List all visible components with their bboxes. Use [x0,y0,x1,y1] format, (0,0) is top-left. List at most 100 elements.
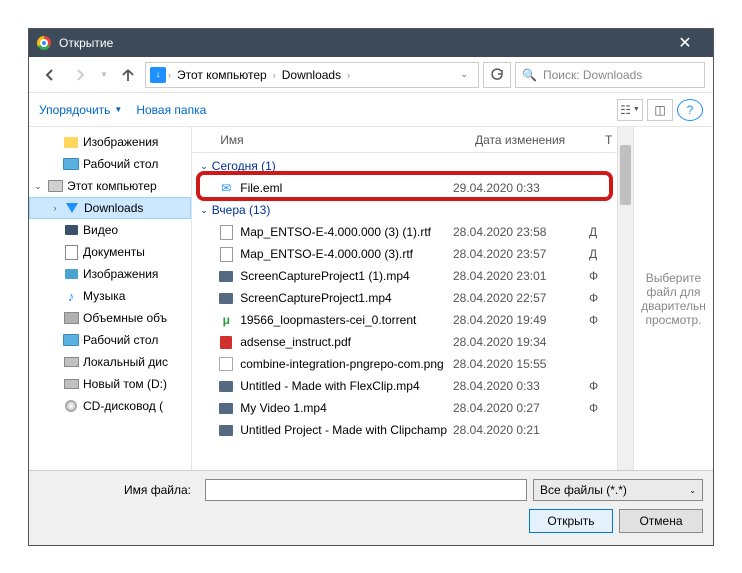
pc-icon [47,179,63,193]
file-row[interactable]: ScreenCaptureProject1 (1).mp428.04.2020 … [192,265,617,287]
sidebar-item[interactable]: Объемные объ [29,307,191,329]
vertical-scrollbar[interactable] [617,127,633,470]
file-date: 28.04.2020 0:27 [453,401,583,415]
back-button[interactable] [37,62,63,88]
recent-dropdown[interactable]: ▼ [97,62,111,88]
sidebar-item[interactable]: Новый том (D:) [29,373,191,395]
drive-icon [63,355,79,369]
preview-pane-icon: ◫ [654,103,665,117]
vol-icon [63,311,79,325]
file-row[interactable]: combine-integration-pngrepo-com.png28.04… [192,353,617,375]
sidebar-item[interactable]: Рабочий стол [29,329,191,351]
refresh-button[interactable] [483,62,511,88]
file-name: 19566_loopmasters-cei_0.torrent [240,313,447,327]
preview-placeholder: Выберите файл для дварительн просмотр. [640,271,707,327]
file-row[interactable]: ScreenCaptureProject1.mp428.04.2020 22:5… [192,287,617,309]
cancel-button[interactable]: Отмена [619,509,703,533]
forward-button[interactable] [67,62,93,88]
file-date: 28.04.2020 22:57 [453,291,583,305]
file-name: ScreenCaptureProject1 (1).mp4 [240,269,447,283]
sidebar-item[interactable]: Изображения [29,131,191,153]
file-date: 29.04.2020 0:33 [453,181,583,195]
file-date: 28.04.2020 23:57 [453,247,583,261]
sidebar-item-label: Музыка [83,289,125,303]
file-name: adsense_instruct.pdf [240,335,447,349]
filename-label: Имя файла: [39,483,199,497]
column-date[interactable]: Дата изменения [467,133,597,147]
sidebar-item[interactable]: ♪ Музыка [29,285,191,307]
file-row[interactable]: My Video 1.mp428.04.2020 0:27Ф [192,397,617,419]
column-name[interactable]: Имя [192,133,467,147]
refresh-icon [490,68,504,82]
torrent-icon: μ [218,312,234,328]
file-row[interactable]: Map_ENTSO-E-4.000.000 (3).rtf28.04.2020 … [192,243,617,265]
expand-caret-icon: › [50,203,60,213]
group-header[interactable]: ⌄Вчера (13) [192,199,617,221]
file-list: Имя Дата изменения Т ⌄Сегодня (1)✉File.e… [192,127,617,470]
sidebar-item[interactable]: ⌄Этот компьютер [29,175,191,197]
file-list-body[interactable]: ⌄Сегодня (1)✉File.eml29.04.2020 0:33⌄Вче… [192,153,617,470]
sidebar-item-label: Объемные объ [83,311,167,325]
organize-button[interactable]: Упорядочить ▼ [39,103,122,117]
sidebar: Изображения Рабочий стол ⌄Этот компьютер › D… [29,127,192,470]
breadcrumb-segment[interactable]: Downloads [278,68,345,82]
view-options-button[interactable]: ☷▼ [617,99,643,121]
group-header[interactable]: ⌄Сегодня (1) [192,155,617,177]
sidebar-item[interactable]: Изображения [29,263,191,285]
file-row[interactable]: Map_ENTSO-E-4.000.000 (3) (1).rtf28.04.2… [192,221,617,243]
sidebar-item[interactable]: Локальный дис [29,351,191,373]
breadcrumb-bar[interactable]: ↓ › Этот компьютер › Downloads › ⌄ [145,62,479,88]
open-dialog: Открытие ✕ ▼ ↓ › Этот компьютер › Downlo… [28,28,714,546]
group-title: Вчера (13) [212,203,271,217]
file-row[interactable]: Untitled - Made with FlexClip.mp428.04.2… [192,375,617,397]
file-row[interactable]: μ19566_loopmasters-cei_0.torrent28.04.20… [192,309,617,331]
sidebar-item[interactable]: › Downloads [29,197,191,219]
music-icon: ♪ [63,289,79,303]
nav-row: ▼ ↓ › Этот компьютер › Downloads › ⌄ 🔍 П… [29,57,713,93]
sidebar-item[interactable]: Рабочий стол [29,153,191,175]
file-date: 28.04.2020 0:21 [453,423,583,437]
sidebar-item-label: CD-дисковод ( [83,399,163,413]
filename-input[interactable] [205,479,527,501]
sidebar-item[interactable]: Видео [29,219,191,241]
file-name: Untitled Project - Made with Clipchamp [240,423,447,437]
mp4-icon [218,378,234,394]
sidebar-item-label: Downloads [84,201,143,215]
file-type: Ф [589,401,609,415]
file-type: Д [589,225,609,239]
new-folder-button[interactable]: Новая папка [136,103,206,117]
bottom-panel: Имя файла: Все файлы (*.*) ⌄ Открыть Отм… [29,470,713,545]
chevron-down-icon: ▼ [114,105,122,114]
breadcrumb-sep-icon: › [168,70,171,80]
open-button[interactable]: Открыть [529,509,613,533]
file-date: 28.04.2020 0:33 [453,379,583,393]
png-icon [218,356,234,372]
search-input[interactable]: 🔍 Поиск: Downloads [515,62,705,88]
breadcrumb-sep-icon: › [273,70,276,80]
breadcrumb-segment[interactable]: Этот компьютер [173,68,271,82]
file-row[interactable]: adsense_instruct.pdf28.04.2020 19:34 [192,331,617,353]
chevron-down-icon: ▼ [633,106,640,113]
close-button[interactable]: ✕ [665,33,705,53]
breadcrumb-dropdown-icon[interactable]: ⌄ [454,69,474,80]
up-button[interactable] [115,62,141,88]
help-button[interactable]: ? [677,99,703,121]
preview-pane: Выберите файл для дварительн просмотр. [633,127,713,470]
titlebar: Открытие ✕ [29,29,713,57]
column-headers: Имя Дата изменения Т [192,127,617,153]
dialog-body: Изображения Рабочий стол ⌄Этот компьютер › D… [29,127,713,470]
sidebar-item[interactable]: Документы [29,241,191,263]
preview-pane-button[interactable]: ◫ [647,99,673,121]
file-name: Map_ENTSO-E-4.000.000 (3) (1).rtf [240,225,447,239]
sidebar-item-label: Рабочий стол [83,157,158,171]
group-title: Сегодня (1) [212,159,276,173]
sidebar-item[interactable]: CD-дисковод ( [29,395,191,417]
sidebar-item-label: Изображения [83,135,158,149]
file-row[interactable]: Untitled Project - Made with Clipchamp 28… [192,419,617,441]
column-type[interactable]: Т [597,133,617,147]
desktop-icon [63,333,79,347]
file-row[interactable]: ✉File.eml29.04.2020 0:33 [192,177,617,199]
file-name: combine-integration-pngrepo-com.png [240,357,447,371]
file-filter-select[interactable]: Все файлы (*.*) ⌄ [533,479,703,501]
rtf-icon [218,246,234,262]
